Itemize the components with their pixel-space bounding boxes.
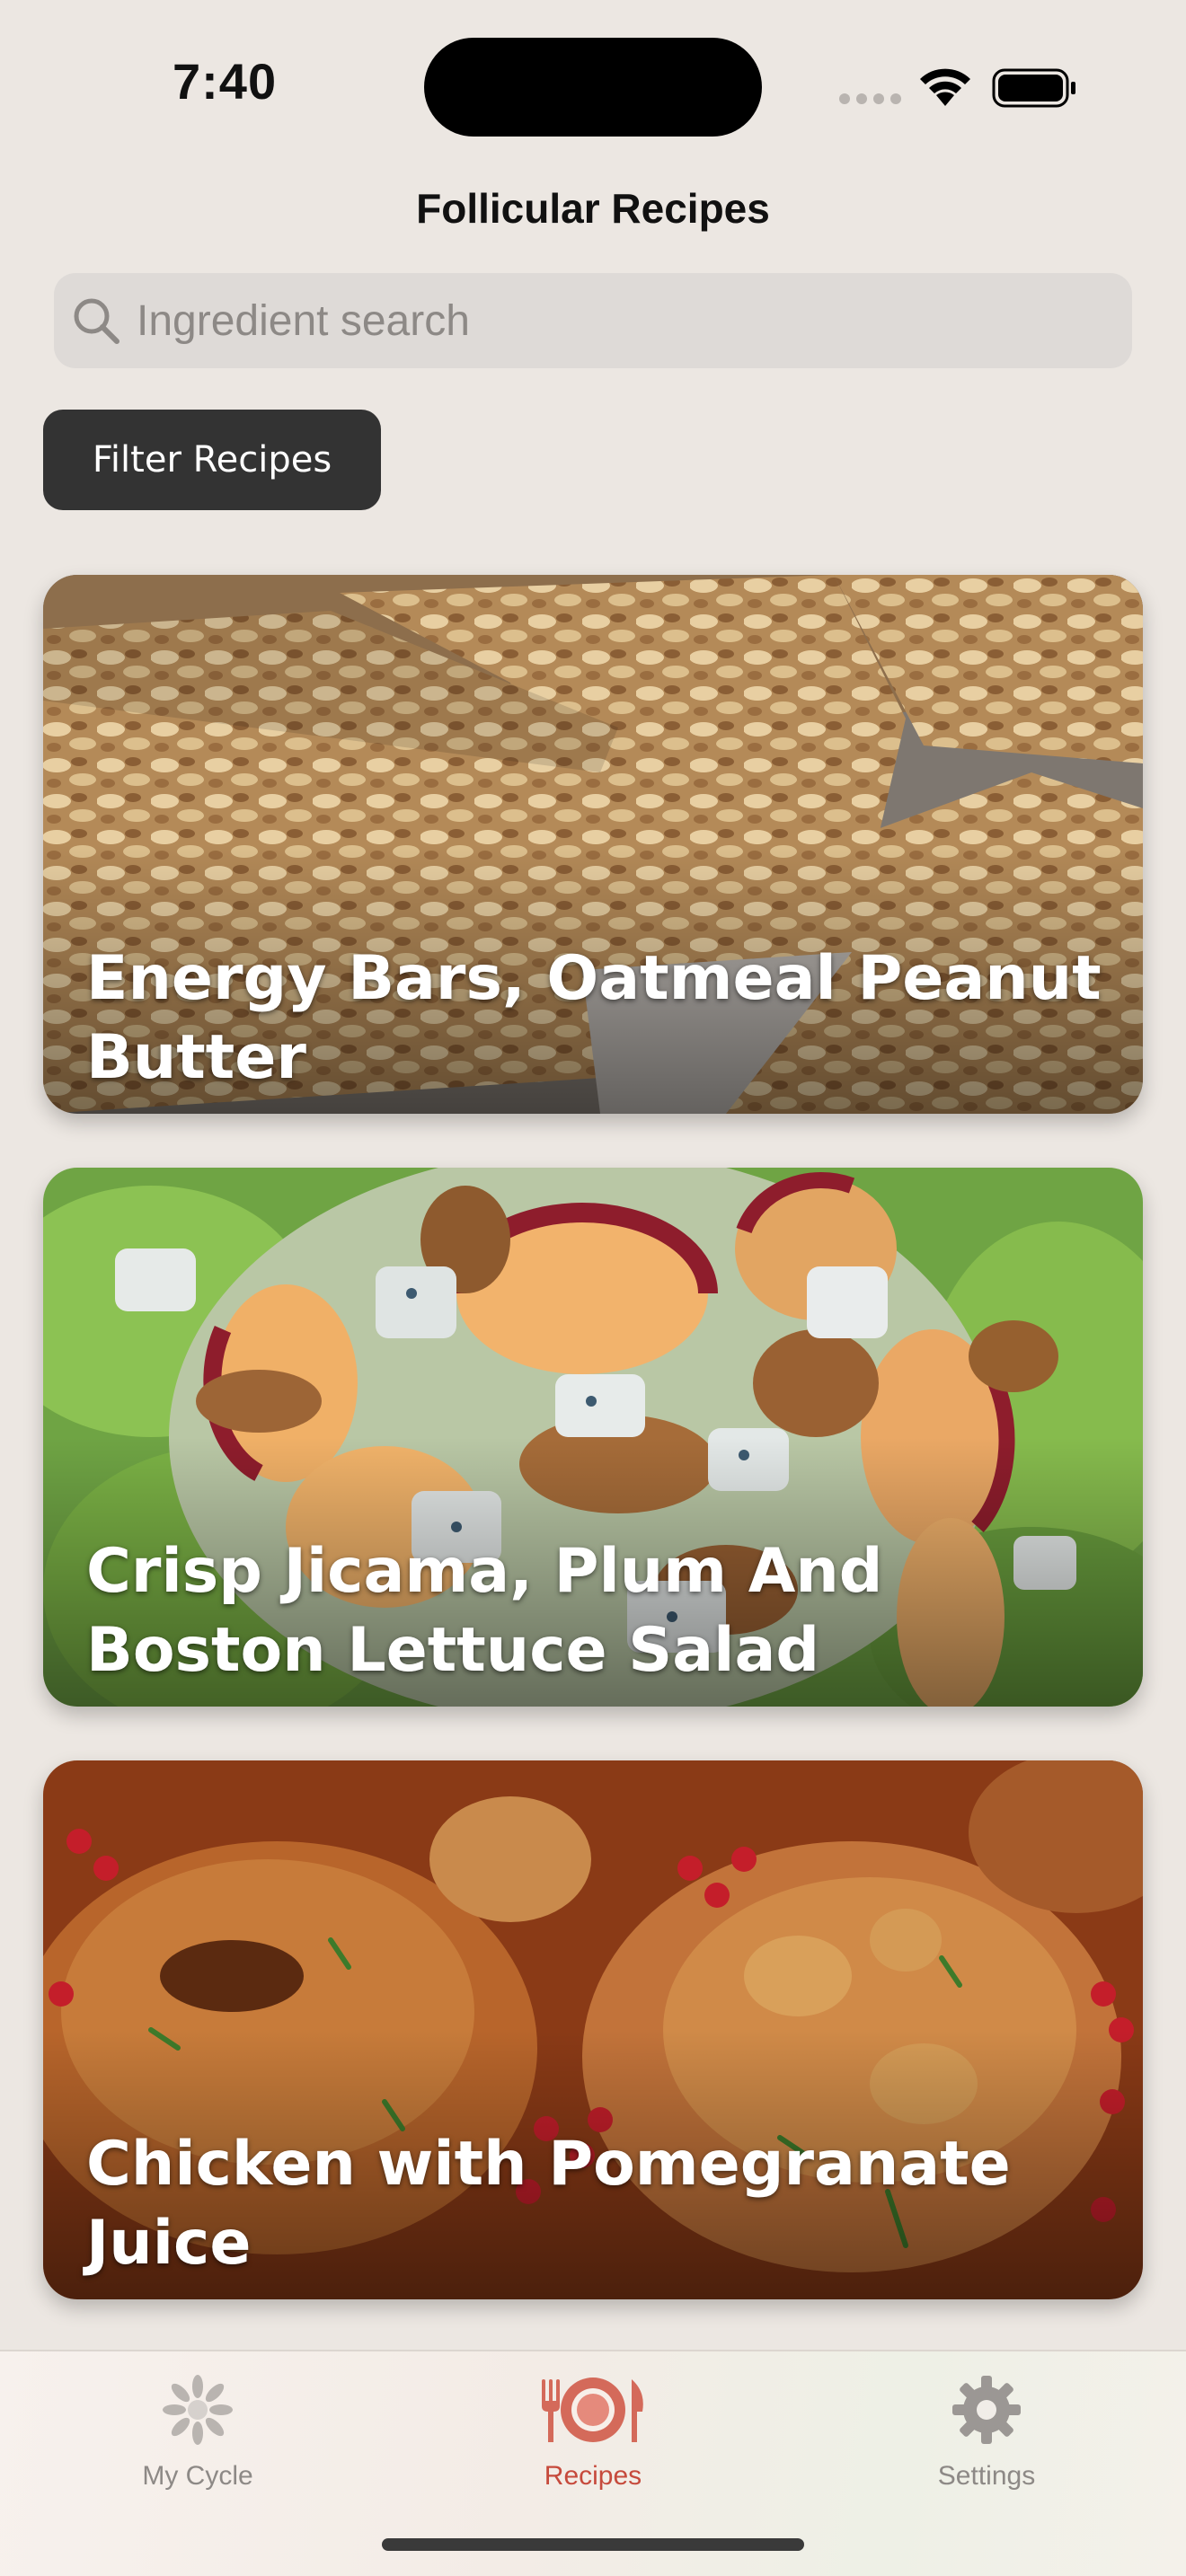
search-input[interactable] xyxy=(137,273,1107,368)
search-bar[interactable] xyxy=(54,273,1132,368)
status-bar: 7:40 xyxy=(0,0,1186,162)
page-title: Follicular Recipes xyxy=(416,185,770,232)
tab-recipes[interactable]: Recipes xyxy=(485,2369,701,2504)
tab-label: Settings xyxy=(937,2461,1036,2491)
tab-label: My Cycle xyxy=(142,2461,253,2491)
recipe-card[interactable]: Crisp Jicama, Plum And Boston Lettuce Sa… xyxy=(43,1168,1143,1707)
search-icon xyxy=(74,298,119,344)
tab-label: Recipes xyxy=(544,2461,642,2491)
dynamic-island xyxy=(424,38,762,137)
recipe-card[interactable]: Energy Bars, Oatmeal Peanut Butter xyxy=(43,575,1143,1114)
tab-my-cycle[interactable]: My Cycle xyxy=(90,2369,305,2504)
battery-icon xyxy=(992,68,1075,108)
flower-icon xyxy=(163,2375,233,2445)
wifi-icon xyxy=(920,68,970,106)
gear-icon xyxy=(952,2376,1021,2444)
status-time: 7:40 xyxy=(173,53,278,110)
recipe-title: Crisp Jicama, Plum And Boston Lettuce Sa… xyxy=(86,1536,883,1686)
recipe-title: Chicken with Pomegranate Juice xyxy=(86,2129,1011,2279)
tab-settings[interactable]: Settings xyxy=(879,2369,1094,2504)
filter-recipes-button[interactable]: Filter Recipes xyxy=(43,410,381,510)
fork-plate-knife-icon xyxy=(542,2378,643,2442)
recipe-title: Energy Bars, Oatmeal Peanut Butter xyxy=(86,943,1102,1093)
recipe-card[interactable]: Chicken with Pomegranate Juice xyxy=(43,1760,1143,2299)
home-indicator xyxy=(382,2538,804,2551)
cellular-signal-icon xyxy=(839,90,902,104)
